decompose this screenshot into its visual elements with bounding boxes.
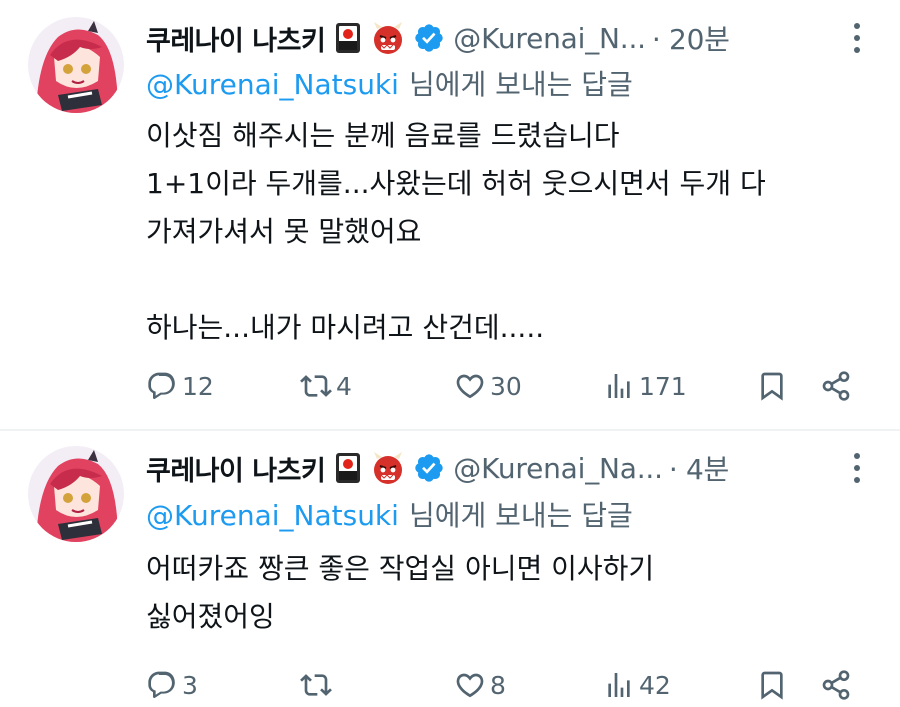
verified-badge-icon [413,22,445,54]
timestamp[interactable]: · 20분 [652,18,730,58]
user-handle[interactable]: @Kurenai_N... [453,22,646,55]
share-icon [822,371,850,401]
reply-button[interactable]: 3 [146,663,198,707]
retweet-button[interactable]: 4 [300,364,352,408]
bookmark-icon [761,372,783,401]
tweet-text-line [146,256,866,304]
views-icon [608,374,630,398]
japanese-hanafuda-icon [331,21,365,55]
reply-count: 12 [182,371,214,401]
reply-count: 3 [182,670,198,700]
ogre-icon [371,21,405,55]
action-bar: 12 4 30 171 [146,364,860,408]
tweet[interactable]: 쿠레나이 나츠키 [0,0,900,430]
ogre-icon [371,451,405,485]
like-icon [456,374,484,399]
like-icon [456,673,484,698]
avatar[interactable] [28,17,124,113]
verified-badge-icon [413,452,445,484]
views-count: 171 [639,371,687,401]
like-button[interactable]: 8 [454,663,506,707]
retweet-count: 4 [336,371,352,401]
japanese-hanafuda-icon [331,451,365,485]
replying-to: @Kurenai_Natsuki 님에게 보내는 답글 [146,494,633,534]
tweet-text-line: 1+1이라 두개를...사왔는데 허허 웃으시면서 두개 다 [146,167,766,200]
replying-to-label: 님에게 보내는 답글 [408,499,633,532]
user-handle[interactable]: @Kurenai_Na... [453,452,663,485]
mention-link[interactable]: @Kurenai_Natsuki [146,68,399,101]
tweet-header: 쿠레나이 나츠키 [146,448,860,488]
tweet-text-line: 어떠카죠 짱큰 좋은 작업실 아니면 이사하기 [146,552,655,585]
more-vertical-icon[interactable] [854,23,860,53]
tweet-header: 쿠레나이 나츠키 [146,18,860,58]
share-button[interactable] [820,663,852,707]
bookmark-button[interactable] [756,364,788,408]
display-name[interactable]: 쿠레나이 나츠키 [146,449,326,488]
share-icon [822,670,850,700]
like-count: 8 [490,670,506,700]
action-bar: 3 8 42 [146,663,860,707]
display-name[interactable]: 쿠레나이 나츠키 [146,19,326,58]
views-count: 42 [639,670,671,700]
bookmark-button[interactable] [756,663,788,707]
mention-link[interactable]: @Kurenai_Natsuki [146,499,399,532]
like-button[interactable]: 30 [454,364,522,408]
reply-button[interactable]: 12 [146,364,214,408]
timestamp[interactable]: · 4분 [669,448,729,488]
tweet-text: 어떠카죠 짱큰 좋은 작업실 아니면 이사하기 싫어졌어잉 [146,545,866,641]
reply-icon [148,372,175,400]
retweet-icon [300,375,332,397]
tweet-text-line: 가져가셔서 못 말했어요 [146,215,422,248]
replying-to: @Kurenai_Natsuki 님에게 보내는 답글 [146,63,633,103]
like-count: 30 [490,371,522,401]
retweet-icon [300,674,332,696]
tweet-text-line: 하나는...내가 마시려고 산건데..... [146,311,545,344]
reply-icon [148,671,175,699]
more-vertical-icon[interactable] [854,453,860,483]
retweet-button[interactable] [300,663,336,707]
tweet[interactable]: 쿠레나이 나츠키 [0,431,900,703]
replying-to-label: 님에게 보내는 답글 [408,68,633,101]
tweet-text: 이삿짐 해주시는 분께 음료를 드렸습니다 1+1이라 두개를...사왔는데 허… [146,112,866,352]
avatar[interactable] [28,446,124,542]
views-icon [608,673,630,697]
tweet-text-line: 싫어졌어잉 [146,600,275,633]
tweet-text-line: 이삿짐 해주시는 분께 음료를 드렸습니다 [146,119,620,152]
share-button[interactable] [820,364,852,408]
bookmark-icon [761,671,783,700]
views-button[interactable]: 42 [603,663,671,707]
views-button[interactable]: 171 [603,364,687,408]
